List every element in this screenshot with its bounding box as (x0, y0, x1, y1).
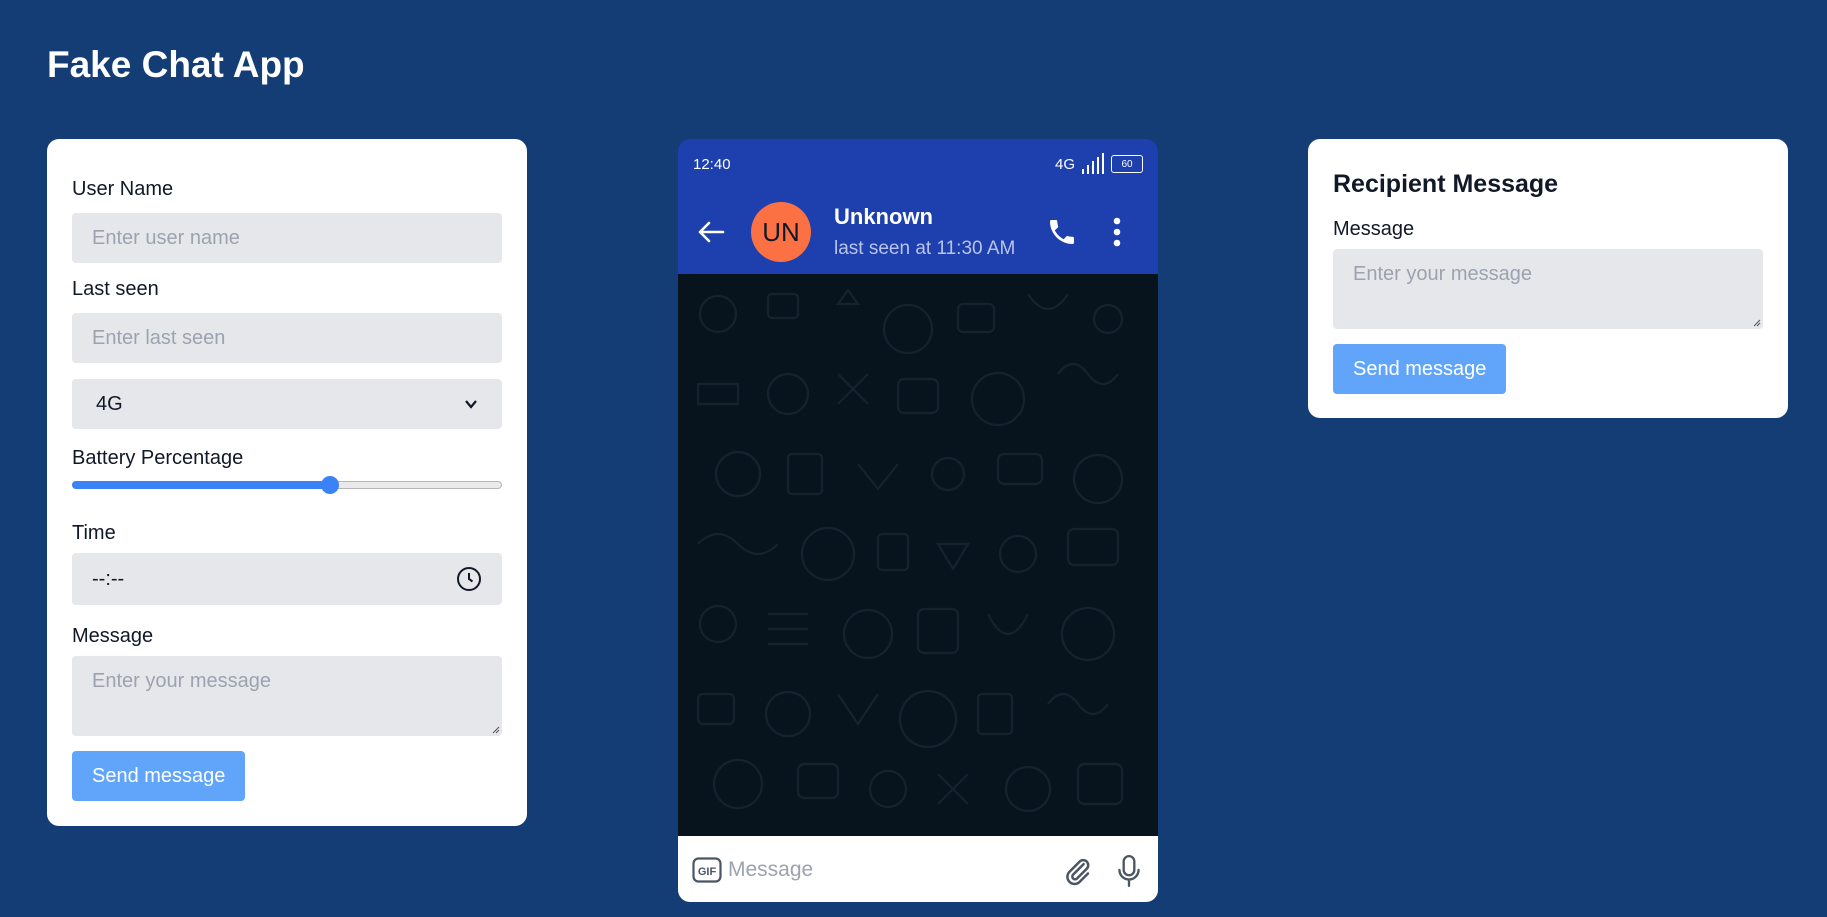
message-label: Message (72, 625, 154, 647)
network-type: 4G (1054, 155, 1075, 173)
status-time: 12:40 (693, 156, 731, 173)
recipient-heading: Recipient Message (1333, 170, 1559, 198)
slider-fill (72, 481, 330, 489)
time-input[interactable]: --:-- (72, 553, 502, 605)
gif-label: GIF (698, 866, 717, 878)
battery-label: Battery Percentage (72, 447, 244, 469)
gif-icon[interactable]: GIF (692, 857, 722, 883)
microphone-icon[interactable] (1116, 854, 1142, 888)
chat-header: UN Unknown last seen at 11:30 AM (678, 189, 1158, 274)
send-button[interactable]: Send message (72, 751, 246, 801)
lastseen-label: Last seen (72, 278, 159, 300)
attachment-icon[interactable] (1063, 856, 1093, 886)
signal-icon (1082, 153, 1104, 174)
settings-panel: User Name Last seen 4G Battery Percentag… (47, 139, 527, 826)
phone-preview: 12:40 4G 60 UN Unknown last seen at 11:3… (678, 139, 1158, 902)
chat-input-bar: GIF Message (678, 836, 1158, 902)
slider-thumb[interactable] (321, 476, 339, 494)
recipient-message-placeholder: Enter your message (1353, 263, 1532, 285)
battery-text: 60 (1121, 158, 1133, 170)
lastseen-input[interactable] (72, 313, 502, 363)
page: Fake Chat App User Name Last seen 4G Bat… (0, 0, 1827, 917)
avatar-initials: UN (762, 216, 800, 247)
contact-name: Unknown (834, 204, 933, 229)
network-select-value: 4G (96, 392, 123, 415)
resize-grip-icon[interactable] (490, 724, 500, 734)
contact-status: last seen at 11:30 AM (834, 238, 1016, 259)
message-textarea[interactable]: Enter your message (72, 656, 502, 736)
avatar[interactable]: UN (751, 202, 811, 262)
phone-call-icon[interactable] (1046, 216, 1078, 248)
chat-message-input[interactable]: Message (728, 858, 813, 882)
network-select[interactable]: 4G (72, 379, 502, 429)
chat-area (678, 274, 1158, 836)
time-label: Time (72, 522, 116, 544)
chat-wallpaper-pattern (696, 288, 1124, 813)
message-placeholder: Enter your message (92, 670, 271, 692)
recipient-send-button[interactable]: Send message (1333, 344, 1507, 394)
recipient-message-label: Message (1333, 218, 1415, 240)
back-arrow-icon[interactable] (696, 217, 726, 247)
more-options-icon[interactable] (1112, 216, 1122, 248)
recipient-message-textarea[interactable]: Enter your message (1333, 249, 1763, 329)
app-title: Fake Chat App (47, 44, 305, 85)
battery-slider[interactable] (72, 476, 502, 494)
time-value: --:-- (92, 567, 125, 590)
username-label: User Name (72, 178, 174, 200)
username-input[interactable] (72, 213, 502, 263)
status-indicators: 4G 60 (1055, 153, 1143, 175)
resize-grip-icon[interactable] (1751, 317, 1761, 327)
status-bar: 12:40 4G 60 (678, 139, 1158, 189)
recipient-panel: Recipient Message Message Enter your mes… (1308, 139, 1788, 418)
battery-icon: 60 (1111, 155, 1143, 173)
chevron-down-icon (465, 400, 477, 409)
clock-icon[interactable] (456, 566, 482, 592)
